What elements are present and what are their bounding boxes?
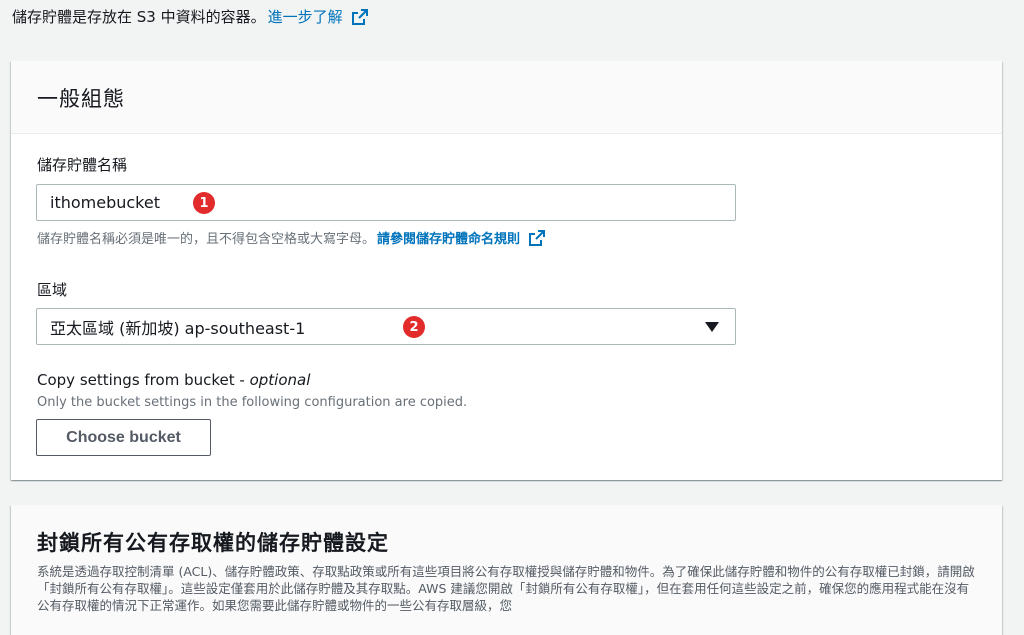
intro-text: 儲存貯體是存放在 S3 中資料的容器。 進一步了解 (12, 6, 369, 28)
caret-down-icon (705, 322, 719, 332)
learn-more-link[interactable]: 進一步了解 (268, 6, 343, 28)
choose-bucket-button[interactable]: Choose bucket (36, 419, 211, 456)
general-configuration-panel: 一般組態 儲存貯體名稱 ithomebucket 1 儲存貯體名稱必須是唯一的，… (11, 61, 1002, 480)
copy-settings-label: Copy settings from bucket - optional (37, 371, 310, 389)
annotation-badge-1: 1 (193, 192, 215, 214)
bucket-name-hint: 儲存貯體名稱必須是唯一的，且不得包含空格或大寫字母。 請參閱儲存貯體命名規則 (37, 228, 546, 247)
copy-settings-label-text: Copy settings from bucket - (37, 371, 250, 389)
optional-label: optional (249, 371, 311, 389)
block-public-access-panel: 封鎖所有公有存取權的儲存貯體設定 系統是透過存取控制清單 (ACL)、儲存貯體政… (11, 505, 1002, 635)
bucket-name-hint-text: 儲存貯體名稱必須是唯一的，且不得包含空格或大寫字母。 (37, 232, 376, 247)
region-select[interactable]: 亞太區域 (新加坡) ap-southeast-1 (36, 308, 736, 345)
panel-header: 一般組態 (11, 61, 1002, 134)
bucket-name-input[interactable]: ithomebucket (36, 184, 736, 221)
block-public-access-title: 封鎖所有公有存取權的儲存貯體設定 (37, 531, 389, 555)
annotation-badge-2: 2 (403, 316, 425, 338)
copy-settings-description: Only the bucket settings in the followin… (37, 395, 468, 410)
external-link-icon[interactable] (351, 8, 369, 26)
region-label: 區域 (37, 281, 68, 299)
block-public-access-description: 系統是透過存取控制清單 (ACL)、儲存貯體政策、存取點政策或所有這些項目將公有… (37, 564, 975, 613)
panel-title: 一般組態 (37, 87, 125, 111)
intro-description: 儲存貯體是存放在 S3 中資料的容器。 (12, 8, 266, 26)
bucket-name-value: ithomebucket (50, 193, 160, 212)
naming-rules-link[interactable]: 請參閱儲存貯體命名規則 (377, 228, 520, 247)
external-link-icon[interactable] (528, 229, 546, 247)
bucket-name-label: 儲存貯體名稱 (37, 156, 128, 174)
region-value: 亞太區域 (新加坡) ap-southeast-1 (50, 318, 306, 338)
